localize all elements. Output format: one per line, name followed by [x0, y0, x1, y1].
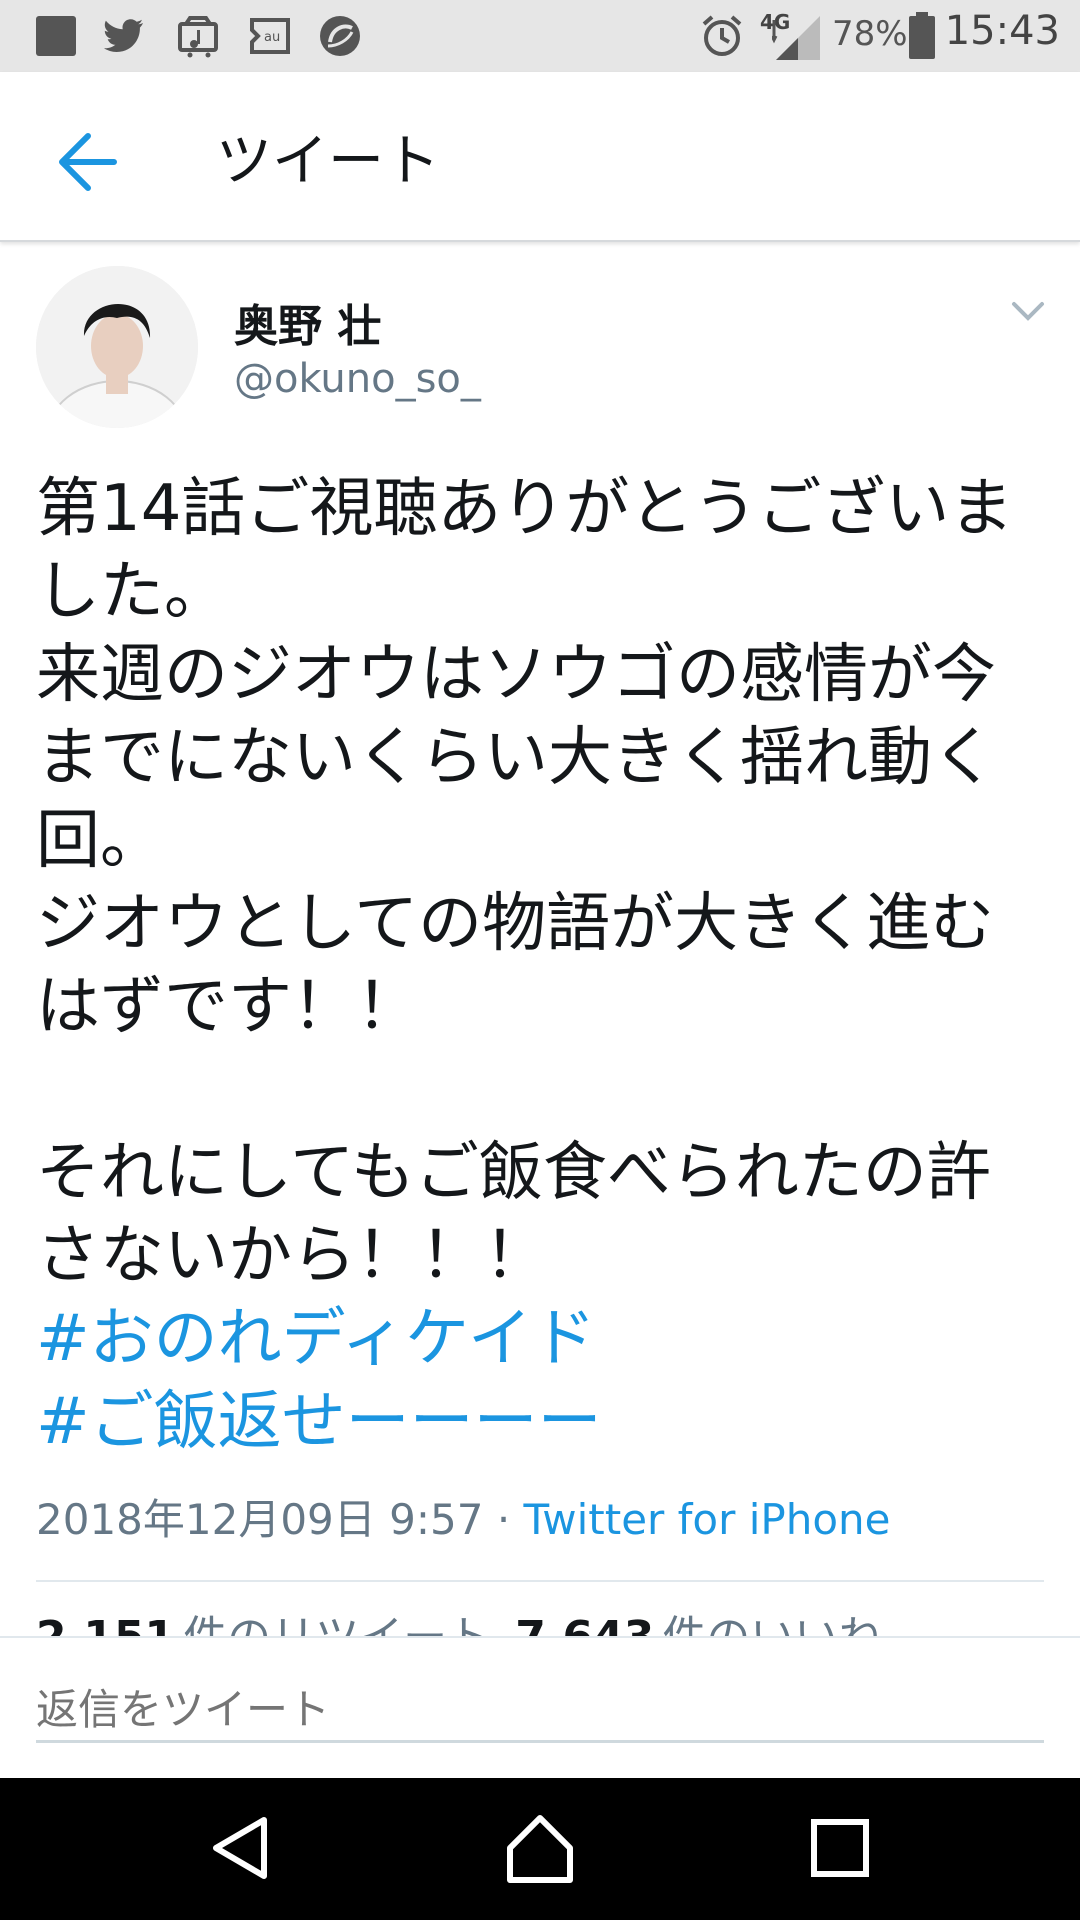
hashtag-link[interactable]: #ご飯返せーーーー	[36, 1381, 1046, 1464]
user-handle[interactable]: @okuno_so_	[234, 356, 481, 402]
like-label: 件のいいね	[662, 1612, 883, 1638]
tweet-line: 第14話ご視聴ありがとうございま	[36, 472, 1014, 546]
divider	[36, 1580, 1044, 1582]
battery-percent: 78%	[832, 14, 908, 54]
hashtag-link[interactable]: #おのれディケイド	[36, 1298, 1046, 1381]
alarm-icon	[702, 15, 742, 56]
recents-icon[interactable]	[800, 1808, 880, 1888]
page-title: ツイート	[216, 129, 440, 194]
signal-icon	[772, 16, 820, 60]
tweet-line: それにしてもご飯食べられたの許	[36, 1136, 991, 1210]
notification-square-icon	[36, 16, 76, 56]
back-arrow-icon[interactable]	[52, 122, 132, 202]
tweet-stats: 2,151 件のリツイート 7,643 件のいいね	[36, 1612, 906, 1638]
avatar[interactable]	[36, 266, 198, 428]
tweet-source-link[interactable]: Twitter for iPhone	[524, 1495, 891, 1544]
home-icon[interactable]	[500, 1808, 580, 1888]
tweet-line: 回。	[36, 804, 164, 878]
system-nav-bar	[0, 1778, 1080, 1920]
reply-input[interactable]	[36, 1678, 1044, 1743]
tweet-line: 来週のジオウはソウゴの感情が今	[36, 638, 996, 712]
status-bar: au 4G 78% 15:43	[0, 0, 1080, 72]
svg-text:au: au	[264, 30, 280, 45]
chevron-down-icon[interactable]	[1008, 290, 1048, 330]
tweet-meta: 2018年12月09日 9:57 · Twitter for iPhone	[36, 1486, 891, 1547]
tweet-line: ジオウとしての物語が大きく進む	[36, 887, 995, 961]
retweet-label: 件のリツイート	[183, 1612, 492, 1638]
battery-icon	[909, 12, 935, 59]
app-bar: ツイート	[0, 72, 1080, 242]
twitter-bird-icon	[104, 19, 143, 52]
tweet-line: した。	[36, 555, 228, 629]
tweet-timestamp: 2018年12月09日 9:57	[36, 1495, 484, 1544]
display-name[interactable]: 奥野 壮	[234, 290, 381, 354]
meta-separator: ·	[496, 1495, 511, 1544]
avatar-image	[36, 266, 198, 428]
tweet-line: はずです！！	[36, 970, 420, 1044]
clock: 15:43	[944, 8, 1060, 54]
music-store-icon	[178, 16, 218, 58]
au-app-icon: au	[250, 18, 290, 54]
tweet-line: さないから！！！	[36, 1219, 548, 1293]
like-count[interactable]: 7,643	[515, 1612, 654, 1638]
retweet-count[interactable]: 2,151	[36, 1612, 175, 1638]
back-triangle-icon[interactable]	[200, 1808, 280, 1888]
sync-app-icon	[320, 16, 360, 56]
reply-bar	[0, 1636, 1080, 1780]
tweet-text: 第14話ご視聴ありがとうございま した。 来週のジオウはソウゴの感情が今 までに…	[36, 468, 1046, 1464]
tweet-line: までにないくらい大きく揺れ動く	[36, 721, 996, 795]
